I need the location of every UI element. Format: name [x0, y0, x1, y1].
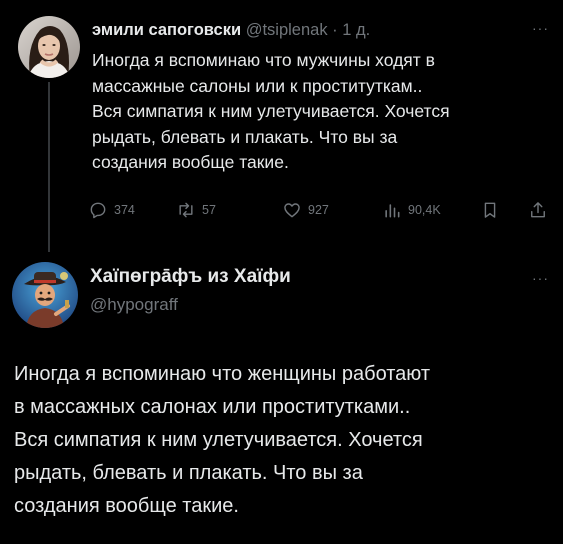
like-count: 927 [308, 203, 329, 217]
original-tweet[interactable]: эмили сапоговски @tsiplenak · 1 д. ··· И… [0, 0, 563, 252]
reply-icon [90, 202, 106, 219]
author-name[interactable]: эмили сапоговски [92, 21, 241, 39]
bookmark-icon [484, 202, 496, 218]
tweet-text-line: рыдать, блевать и плакать. Что вы за [92, 126, 398, 147]
tweet-text-line: массажные салоны или к проституткам.. [92, 75, 423, 96]
tweet-text-line: создания вообще такие. [14, 495, 239, 517]
reply-button[interactable]: 374 [88, 198, 135, 222]
avatar[interactable] [18, 16, 80, 78]
more-icon[interactable]: ··· [532, 20, 549, 36]
separator-dot: · [332, 21, 338, 39]
tweet-action-bar: 374 57 927 90,4K [88, 198, 556, 222]
tweet-text-line: Иногда я вспоминаю что женщины работают [14, 363, 431, 385]
views-button[interactable]: 90,4K [382, 198, 441, 222]
share-icon [531, 202, 545, 218]
share-button[interactable] [528, 198, 554, 222]
bookmark-button[interactable] [480, 198, 506, 222]
tweet-text-line: Вся симпатия к ним улетучивается. Хочетс… [14, 429, 423, 451]
author-handle[interactable]: @hypograff [90, 294, 178, 316]
tweet-text-line: рыдать, блевать и плакать. Что вы за [14, 462, 363, 484]
tweet-text: Иногда я вспоминаю что мужчины ходят в м… [92, 48, 547, 176]
thread-connector-line [48, 82, 50, 252]
avatar-photo [18, 16, 80, 78]
tweet-text: Иногда я вспоминаю что женщины работают … [14, 358, 554, 523]
like-button[interactable]: 927 [282, 198, 329, 222]
retweet-icon [179, 202, 193, 218]
tweet-text-line: Иногда я вспоминаю что мужчины ходят в [92, 50, 435, 70]
heart-icon [284, 203, 300, 218]
avatar[interactable] [12, 262, 78, 328]
view-count: 90,4K [408, 203, 441, 217]
author-name[interactable]: Хаїпөгрāфъ из Хаїфи [90, 265, 291, 289]
tweet-text-line: в массажных салонах или проститутками.. [14, 396, 411, 418]
retweet-count: 57 [202, 203, 216, 217]
retweet-button[interactable]: 57 [176, 198, 216, 222]
views-icon [385, 204, 400, 218]
reply-tweet[interactable]: Хаїпөгрāфъ из Хаїфи @hypograff ··· Иногд… [0, 250, 563, 544]
avatar-illustration [12, 262, 78, 328]
tweet-header: эмили сапоговски @tsiplenak · 1 д. [92, 19, 370, 41]
tweet-text-line: Вся симпатия к ним улетучивается. Хочетс… [92, 101, 450, 121]
reply-count: 374 [114, 203, 135, 217]
more-icon[interactable]: ··· [532, 270, 549, 286]
tweet-text-line: создания вообще такие. [92, 152, 289, 172]
author-handle[interactable]: @tsiplenak [246, 21, 328, 39]
tweet-timestamp[interactable]: 1 д. [342, 21, 370, 39]
